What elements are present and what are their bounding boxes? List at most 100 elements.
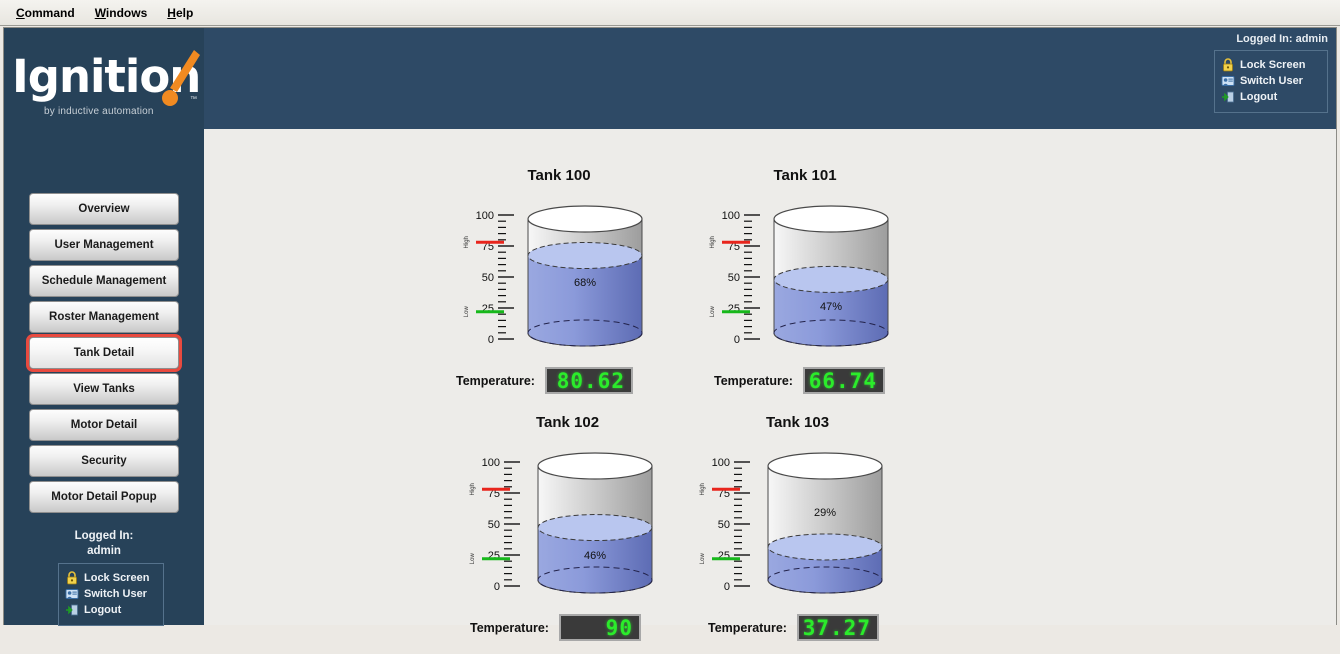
sidebar-switch-user-button[interactable]: Switch User: [65, 587, 157, 601]
sidebar-item-tank-detail[interactable]: Tank Detail: [29, 337, 179, 369]
svg-text:High: High: [700, 483, 706, 495]
tank-temperature-row: Temperature: 80.62: [456, 367, 633, 394]
sidebar-lock-screen-label: Lock Screen: [84, 572, 149, 584]
tank-panel-102: Tank 102 0255075100HighLow 46% Temperatu…: [460, 414, 675, 654]
tank-level-gauge: 0255075100HighLow: [690, 454, 750, 594]
sidebar-nav: Overview User Management Schedule Manage…: [4, 129, 204, 513]
sidebar-lock-screen-button[interactable]: Lock Screen: [65, 571, 157, 585]
tank-title: Tank 100: [454, 167, 664, 184]
sidebar-item-label: Overview: [78, 203, 129, 215]
sidebar-item-motor-detail[interactable]: Motor Detail: [29, 409, 179, 441]
sidebar-item-label: Tank Detail: [74, 347, 135, 359]
menu-help[interactable]: Help: [157, 3, 203, 23]
tank-vessel: 47%: [766, 205, 896, 352]
svg-text:50: 50: [488, 519, 500, 531]
sidebar-item-overview[interactable]: Overview: [29, 193, 179, 225]
header-user-actions: Lock Screen Switch User: [1214, 50, 1328, 113]
svg-text:50: 50: [728, 272, 740, 284]
brand-tagline: by inductive automation: [44, 106, 154, 117]
svg-text:0: 0: [724, 581, 730, 593]
tank-panel-103: Tank 103 0255075100HighLow 29% Temperatu…: [690, 414, 905, 654]
svg-text:Low: Low: [464, 306, 470, 318]
menu-windows[interactable]: Windows: [85, 3, 158, 23]
sidebar-item-label: User Management: [54, 239, 153, 251]
sidebar-item-schedule-management[interactable]: Schedule Management: [29, 265, 179, 297]
temperature-display: 90: [559, 614, 641, 641]
menu-windows-label: indows: [106, 6, 147, 20]
temperature-label: Temperature:: [708, 621, 787, 635]
tank-title: Tank 102: [460, 414, 675, 431]
svg-text:0: 0: [488, 334, 494, 346]
svg-text:100: 100: [712, 457, 730, 469]
sidebar-item-user-management[interactable]: User Management: [29, 229, 179, 261]
temperature-value: 37.27: [803, 617, 871, 639]
tank-level-percent: 47%: [766, 301, 896, 313]
tank-level-gauge: 0255075100HighLow: [460, 454, 520, 594]
tank-level-percent: 29%: [760, 507, 890, 519]
header-logged-in-text: Logged In: admin: [1236, 33, 1328, 45]
tank-temperature-row: Temperature: 90: [470, 614, 641, 641]
sidebar-item-roster-management[interactable]: Roster Management: [29, 301, 179, 333]
svg-text:50: 50: [718, 519, 730, 531]
sidebar-item-label: Schedule Management: [42, 275, 167, 287]
header-switch-user-button[interactable]: Switch User: [1221, 74, 1321, 88]
sidebar-logged-in-user: admin: [4, 544, 204, 559]
temperature-label: Temperature:: [456, 374, 535, 388]
svg-text:100: 100: [476, 210, 494, 222]
sidebar: Overview User Management Schedule Manage…: [4, 129, 204, 625]
sidebar-item-label: Roster Management: [49, 311, 159, 323]
sidebar-item-view-tanks[interactable]: View Tanks: [29, 373, 179, 405]
svg-text:50: 50: [482, 272, 494, 284]
tank-title: Tank 103: [690, 414, 905, 431]
app-header: Ignition by inductive automation ™ Logge…: [4, 28, 1336, 129]
brand-logo: Ignition by inductive automation ™: [4, 28, 204, 129]
svg-text:0: 0: [734, 334, 740, 346]
switch-user-icon: [1221, 74, 1235, 88]
temperature-value: 80.62: [557, 370, 625, 392]
sidebar-switch-user-label: Switch User: [84, 588, 147, 600]
svg-text:High: High: [470, 483, 476, 495]
sidebar-item-label: View Tanks: [73, 383, 135, 395]
padlock-icon: [65, 571, 79, 585]
svg-text:Low: Low: [470, 553, 476, 565]
header-logout-button[interactable]: Logout: [1221, 90, 1321, 104]
sidebar-item-label: Security: [81, 455, 126, 467]
sidebar-item-security[interactable]: Security: [29, 445, 179, 477]
temperature-display: 80.62: [545, 367, 633, 394]
tank-detail-content: Tank 100 0255075100HighLow 68% Temperatu…: [204, 129, 1336, 625]
tank-title: Tank 101: [700, 167, 910, 184]
switch-user-icon: [65, 587, 79, 601]
menu-command-label: ommand: [25, 6, 75, 20]
temperature-display: 66.74: [803, 367, 885, 394]
sidebar-login-status: Logged In: admin: [4, 529, 204, 559]
tank-panel-100: Tank 100 0255075100HighLow 68% Temperatu…: [454, 167, 664, 407]
sidebar-item-motor-detail-popup[interactable]: Motor Detail Popup: [29, 481, 179, 513]
sidebar-logged-in-label: Logged In:: [4, 529, 204, 544]
svg-text:100: 100: [722, 210, 740, 222]
tank-vessel: 68%: [520, 205, 650, 352]
tank-temperature-row: Temperature: 66.74: [714, 367, 885, 394]
tank-vessel: 46%: [530, 452, 660, 599]
temperature-label: Temperature:: [470, 621, 549, 635]
sidebar-user-actions: Lock Screen Switch User: [58, 563, 164, 626]
tank-level-percent: 46%: [530, 550, 660, 562]
logout-icon: [65, 603, 79, 617]
menu-command[interactable]: Command: [6, 3, 85, 23]
sidebar-item-label: Motor Detail: [71, 419, 137, 431]
temperature-value: 66.74: [809, 370, 877, 392]
svg-text:100: 100: [482, 457, 500, 469]
tank-vessel: 29%: [760, 452, 890, 599]
ignition-client-window: Command Windows Help Ignition by inducti…: [0, 0, 1340, 629]
tank-level-percent: 68%: [520, 277, 650, 289]
tank-panel-101: Tank 101 0255075100HighLow 47% Temperatu…: [700, 167, 910, 407]
menu-help-label: elp: [176, 6, 193, 20]
temperature-label: Temperature:: [714, 374, 793, 388]
sidebar-item-label: Motor Detail Popup: [51, 491, 156, 503]
header-lock-screen-button[interactable]: Lock Screen: [1221, 58, 1321, 72]
header-lock-screen-label: Lock Screen: [1240, 59, 1305, 71]
sidebar-logout-button[interactable]: Logout: [65, 603, 157, 617]
temperature-value: 90: [606, 617, 633, 639]
window-frame: Ignition by inductive automation ™ Logge…: [3, 27, 1337, 625]
tank-temperature-row: Temperature: 37.27: [708, 614, 879, 641]
svg-text:Low: Low: [710, 306, 716, 318]
